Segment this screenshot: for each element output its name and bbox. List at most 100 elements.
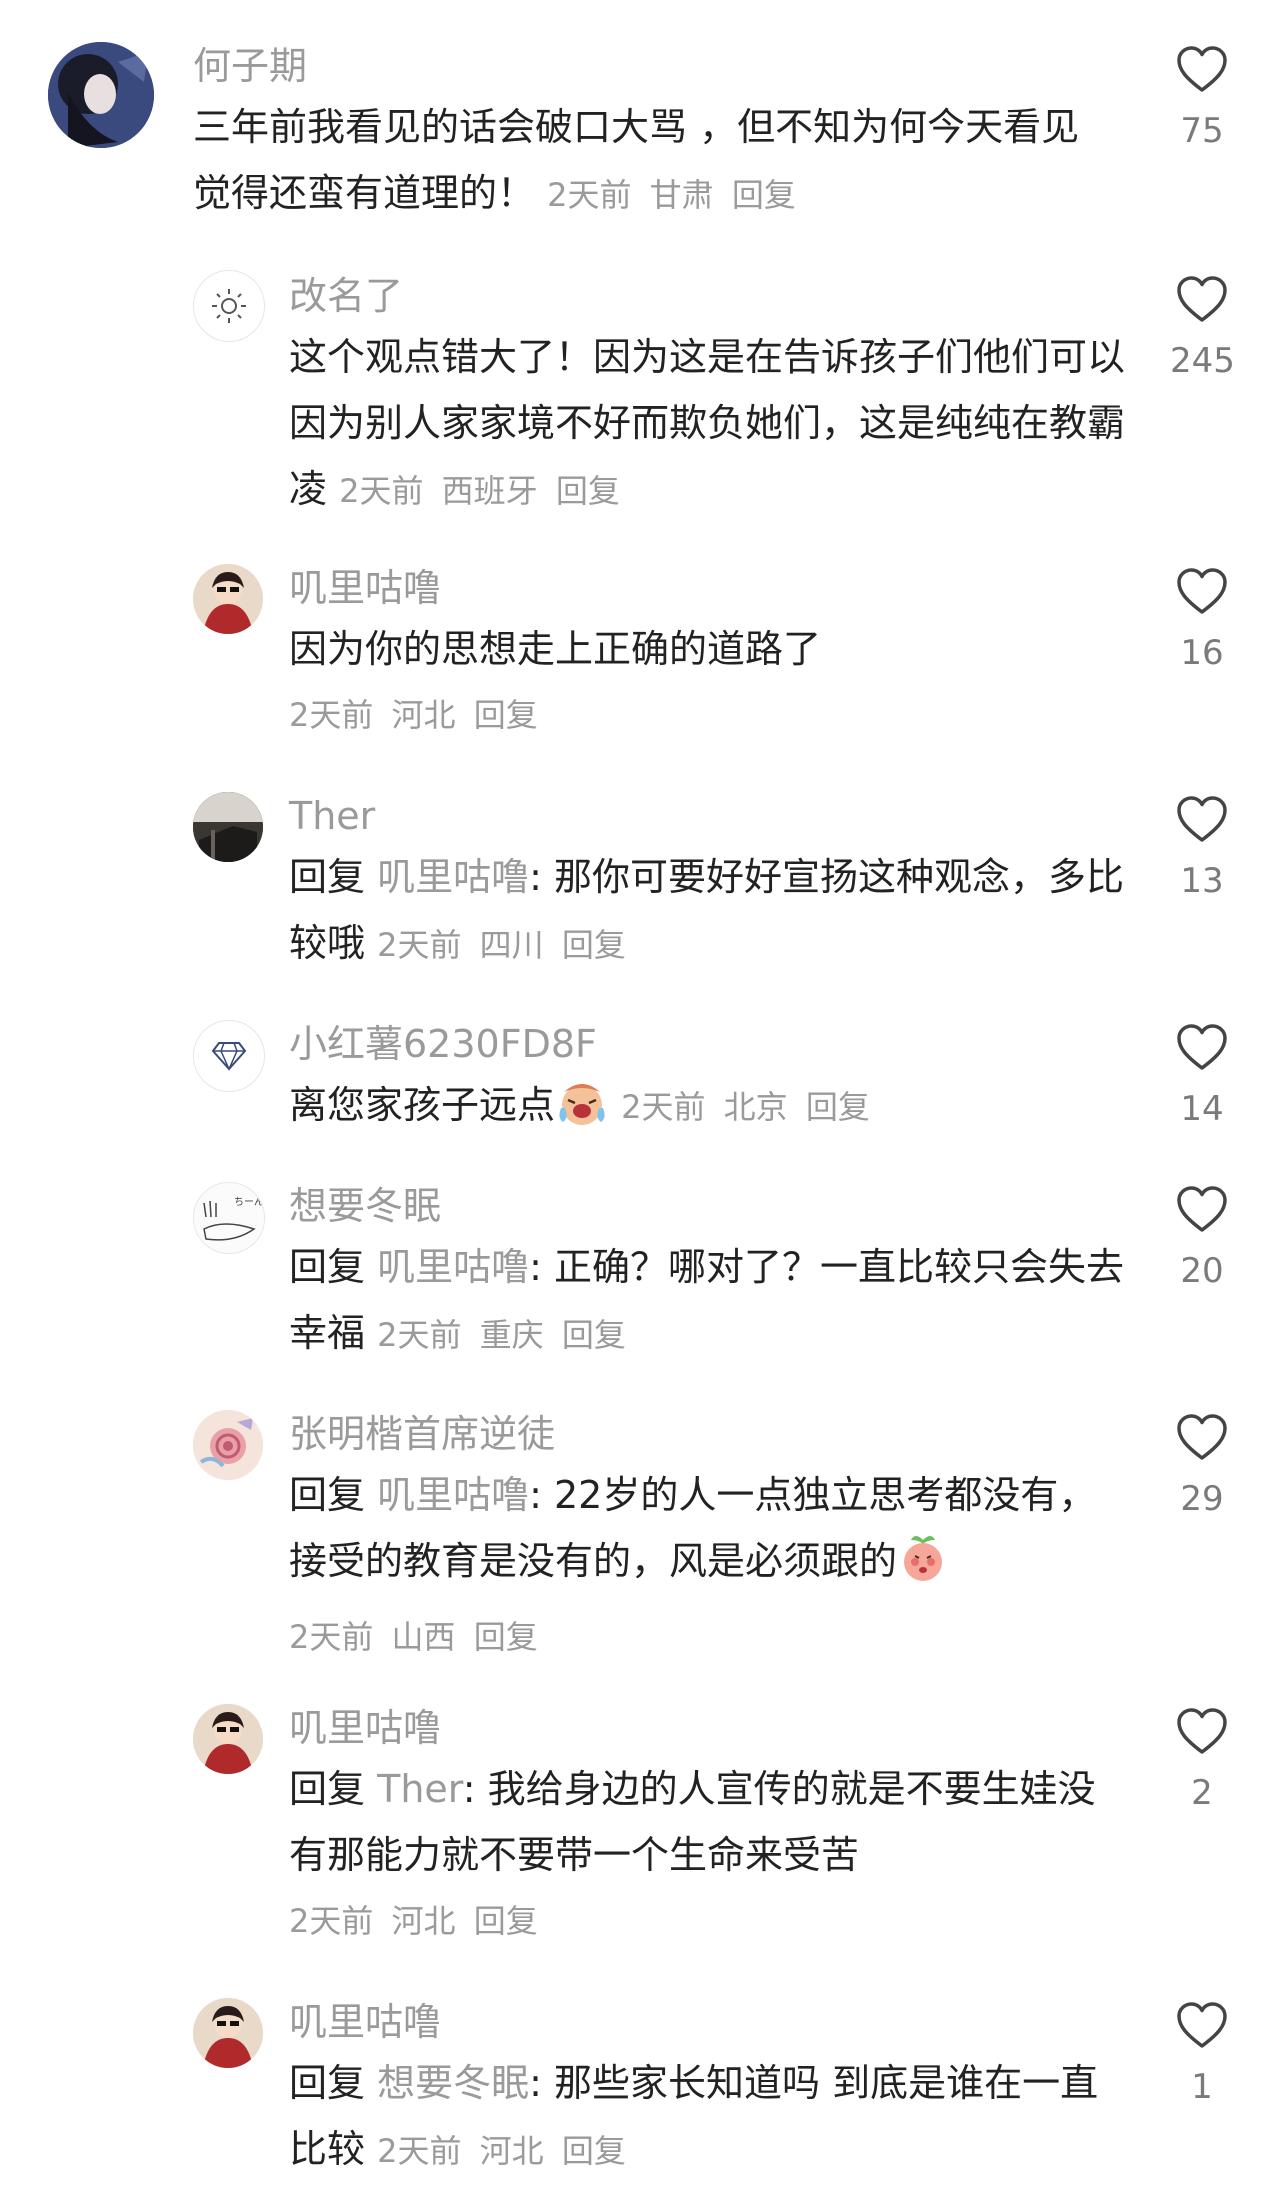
comment-meta: 2天前 河北 回复 — [289, 1888, 1129, 1954]
username[interactable]: 叽里咕噜 — [289, 1994, 1129, 2050]
username[interactable]: 叽里咕噜 — [289, 560, 1129, 616]
comment-text: 回复 Ther: 我给身边的人宣传的就是不要生娃没有那能力就不要带一个生命来受苦… — [289, 1756, 1129, 1954]
timestamp: 2天前 — [547, 176, 632, 214]
location: 河北 — [479, 2132, 544, 2170]
like-count: 14 — [1180, 1089, 1224, 1129]
location: 北京 — [723, 1088, 788, 1126]
reply-button[interactable]: 回复 — [732, 176, 796, 214]
reply-button[interactable]: 回复 — [562, 2132, 626, 2170]
reply-prefix: 回复 — [289, 1473, 366, 1517]
comment-text: 三年前我看见的话会破口大骂 ，但不知为何今天看见觉得还蛮有道理的！ 2天前 甘肃… — [193, 94, 1113, 228]
comment-body: 叽里咕噜 因为你的思想走上正确的道路了 2天前 河北 回复 — [289, 560, 1129, 748]
username[interactable]: 改名了 — [289, 268, 1129, 324]
comment-body: 张明楷首席逆徒 回复 叽里咕噜: 22岁的人一点独立思考都没有，接受的教育是没有… — [289, 1406, 1129, 1670]
like-button[interactable]: 245 — [1170, 276, 1235, 386]
heart-icon — [1177, 46, 1227, 92]
comment-meta: 2天前 河北 回复 — [289, 682, 1129, 748]
heart-icon — [1177, 1186, 1227, 1232]
location: 重庆 — [479, 1316, 544, 1354]
comment-text: 回复 叽里咕噜: 22岁的人一点独立思考都没有，接受的教育是没有的，风是必须跟的… — [289, 1462, 1129, 1670]
like-button[interactable]: 20 — [1170, 1186, 1234, 1296]
username[interactable]: 张明楷首席逆徒 — [289, 1406, 1129, 1462]
avatar[interactable]: ちーん — [193, 1182, 265, 1254]
comment-text: 因为你的思想走上正确的道路了 2天前 河北 回复 — [289, 616, 1129, 748]
avatar[interactable] — [48, 42, 154, 148]
like-count: 1 — [1191, 2067, 1213, 2107]
heart-icon — [1177, 1414, 1227, 1460]
like-count: 16 — [1180, 633, 1224, 673]
reply-target-username[interactable]: 想要冬眠 — [377, 2061, 529, 2105]
location: 河北 — [391, 696, 456, 734]
comment-body: 想要冬眠 回复 叽里咕噜: 正确？哪对了？一直比较只会失去幸福 2天前 重庆 回… — [289, 1178, 1129, 1368]
username[interactable]: 小红薯6230FD8F — [289, 1016, 1129, 1072]
avatar[interactable] — [193, 1998, 263, 2068]
location: 河北 — [391, 1902, 456, 1940]
comment-body: 叽里咕噜 回复 Ther: 我给身边的人宣传的就是不要生娃没有那能力就不要带一个… — [289, 1700, 1129, 1954]
timestamp: 2天前 — [377, 1316, 462, 1354]
reply-button[interactable]: 回复 — [562, 926, 626, 964]
avatar[interactable] — [193, 564, 263, 634]
username[interactable]: 叽里咕噜 — [289, 1700, 1129, 1756]
reply-button[interactable]: 回复 — [474, 1618, 538, 1656]
diamond-icon — [211, 1042, 247, 1071]
heart-icon — [1177, 2002, 1227, 2048]
timestamp: 2天前 — [621, 1088, 706, 1126]
like-button[interactable]: 75 — [1170, 46, 1234, 156]
location: 山西 — [391, 1618, 456, 1656]
comment-body: 何子期 三年前我看见的话会破口大骂 ，但不知为何今天看见觉得还蛮有道理的！ 2天… — [193, 38, 1113, 228]
avatar[interactable] — [193, 270, 265, 342]
comment-meta: 2天前 四川 回复 — [377, 926, 634, 964]
timestamp: 2天前 — [339, 472, 424, 510]
timestamp: 2天前 — [377, 2132, 462, 2170]
like-count: 29 — [1180, 1479, 1224, 1519]
comment-body: 小红薯6230FD8F 离您家孩子远点 2天前 北京 回复 — [289, 1016, 1129, 1148]
reply-prefix: 回复 — [289, 1767, 366, 1811]
location: 四川 — [479, 926, 544, 964]
comment-text: 离您家孩子远点 2天前 北京 回复 — [289, 1072, 1129, 1148]
username[interactable]: 想要冬眠 — [289, 1178, 1129, 1234]
reply-target-username[interactable]: 叽里咕噜 — [377, 1245, 529, 1289]
comment-meta: 2天前 北京 回复 — [621, 1088, 878, 1126]
like-button[interactable]: 14 — [1170, 1024, 1234, 1134]
reply-button[interactable]: 回复 — [562, 1316, 626, 1354]
reply-button[interactable]: 回复 — [474, 696, 538, 734]
reply-target-username[interactable]: 叽里咕噜 — [377, 1473, 529, 1517]
comment-meta: 2天前 甘肃 回复 — [547, 176, 804, 214]
reply-button[interactable]: 回复 — [806, 1088, 870, 1126]
avatar[interactable] — [193, 792, 263, 862]
reply-prefix: 回复 — [289, 2061, 366, 2105]
svg-text:ちーん: ちーん — [234, 1196, 264, 1208]
like-button[interactable]: 2 — [1170, 1708, 1234, 1818]
comment-meta: 2天前 西班牙 回复 — [339, 472, 628, 510]
location: 西班牙 — [441, 472, 538, 510]
comment-text: 回复 叽里咕噜: 那你可要好好宣扬这种观念，多比较哦 2天前 四川 回复 — [289, 844, 1129, 978]
reply-target-username[interactable]: 叽里咕噜 — [377, 855, 529, 899]
avatar[interactable] — [193, 1020, 265, 1092]
reply-button[interactable]: 回复 — [474, 1902, 538, 1940]
timestamp: 2天前 — [377, 926, 462, 964]
comment-meta: 2天前 山西 回复 — [289, 1604, 1129, 1670]
avatar[interactable] — [193, 1410, 263, 1480]
reply-button[interactable]: 回复 — [556, 472, 620, 510]
peach-face-emoji — [897, 1532, 949, 1604]
timestamp: 2天前 — [289, 696, 374, 734]
like-count: 20 — [1180, 1251, 1224, 1291]
location: 甘肃 — [649, 176, 714, 214]
avatar[interactable] — [193, 1704, 263, 1774]
timestamp: 2天前 — [289, 1618, 374, 1656]
like-button[interactable]: 13 — [1170, 796, 1234, 906]
comment-content: 离您家孩子远点 — [289, 1083, 556, 1127]
like-button[interactable]: 1 — [1170, 2002, 1234, 2112]
like-button[interactable]: 29 — [1170, 1414, 1234, 1524]
username[interactable]: 何子期 — [193, 38, 1113, 94]
reply-prefix: 回复 — [289, 1245, 366, 1289]
like-button[interactable]: 16 — [1170, 568, 1234, 678]
heart-icon — [1177, 796, 1227, 842]
comment-body: 叽里咕噜 回复 想要冬眠: 那些家长知道吗 到底是谁在一直比较 2天前 河北 回… — [289, 1994, 1129, 2184]
comment-content: 因为你的思想走上正确的道路了 — [289, 627, 822, 671]
reply-target-username[interactable]: Ther — [377, 1767, 463, 1811]
timestamp: 2天前 — [289, 1902, 374, 1940]
username[interactable]: Ther — [289, 788, 1129, 844]
heart-icon — [1177, 1708, 1227, 1754]
like-count: 245 — [1170, 341, 1235, 381]
